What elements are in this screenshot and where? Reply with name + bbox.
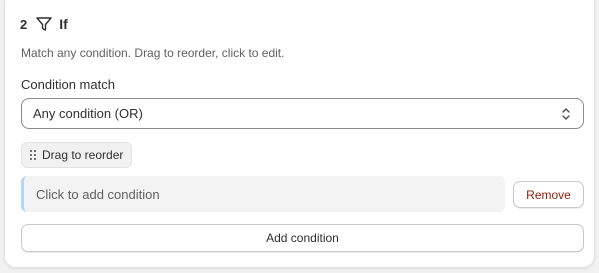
condition-placeholder: Click to add condition [36,186,160,202]
if-step-card: 2 If Match any condition. Drag to reorde… [4,0,595,268]
step-title: If [59,16,68,32]
step-number: 2 [20,16,28,32]
filter-icon [35,15,53,33]
condition-match-value: Any condition (OR) [33,106,143,121]
condition-match-label: Condition match [21,77,115,92]
step-header: 2 If [20,14,68,34]
drag-handle-icon [29,149,37,161]
drag-to-reorder-chip[interactable]: Drag to reorder [21,142,133,168]
drag-chip-label: Drag to reorder [42,148,124,162]
add-condition-button[interactable]: Add condition [21,224,584,252]
remove-condition-button[interactable]: Remove [513,181,584,208]
step-description: Match any condition. Drag to reorder, cl… [21,46,285,60]
condition-match-select[interactable]: Any condition (OR) [21,98,584,129]
chevron-up-down-icon [559,106,573,122]
condition-row[interactable]: Click to add condition [21,176,505,212]
